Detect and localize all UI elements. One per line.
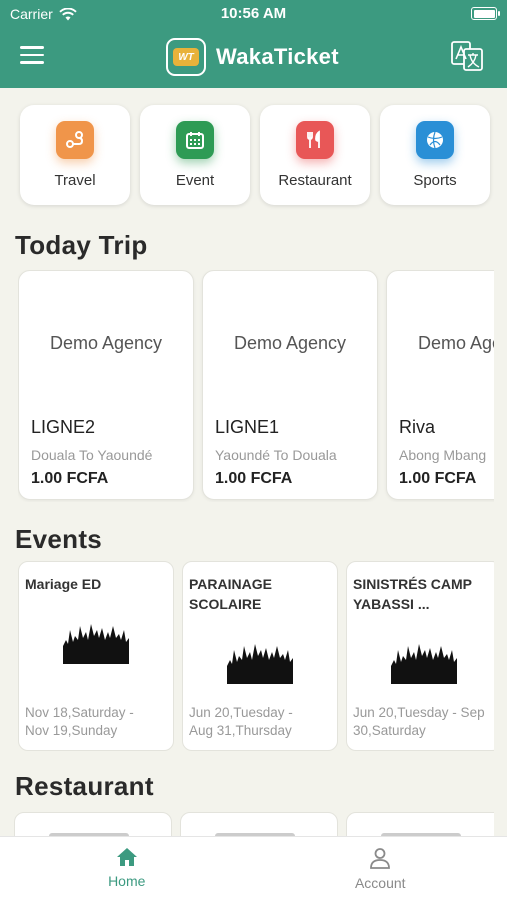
calendar-icon (176, 121, 214, 159)
category-label: Restaurant (278, 172, 352, 189)
translate-icon[interactable] (450, 40, 484, 72)
section-title-restaurant: Restaurant (15, 771, 154, 801)
event-date: Jun 20,Tuesday - Sep 30,Saturday (353, 705, 485, 738)
trip-price: 1.00 FCFA (215, 470, 293, 487)
app-logo: WT (166, 38, 206, 76)
event-date: Jun 20,Tuesday - Aug 31,Thursday (189, 705, 293, 738)
bottom-tab-bar: Home Account (0, 836, 507, 900)
crowd-image (63, 624, 129, 664)
trip-carousel[interactable]: Demo Agency LIGNE2 Douala To Yaoundé 1.0… (18, 270, 494, 502)
category-event[interactable]: Event (140, 105, 250, 205)
tab-account-label: Account (354, 875, 406, 891)
restaurant-icon (296, 121, 334, 159)
tab-account[interactable]: Account (254, 837, 507, 900)
event-title: Mariage ED (25, 576, 102, 592)
tab-home-label: Home (108, 873, 146, 889)
event-card[interactable]: SINISTRÉS CAMP YABASSI ... Jun 20,Tuesda… (346, 561, 494, 751)
trip-price: 1.00 FCFA (31, 470, 109, 487)
event-date: Nov 18,Saturday - Nov 19,Sunday (25, 705, 134, 738)
category-restaurant[interactable]: Restaurant (260, 105, 370, 205)
tab-home[interactable]: Home (0, 837, 254, 900)
travel-icon (56, 121, 94, 159)
trip-agency: Demo Agency (417, 333, 494, 353)
user-icon (370, 848, 391, 869)
app-header: Carrier 10:56 AM WT WakaTicket (0, 0, 507, 88)
crowd-image (391, 644, 457, 684)
trip-card[interactable]: Demo Agency Riva Abong Mbang 1.00 FCFA (386, 270, 494, 500)
trip-line: LIGNE1 (215, 417, 280, 437)
category-label: Sports (413, 172, 457, 189)
crowd-image (227, 644, 293, 684)
trip-price: 1.00 FCFA (399, 470, 477, 487)
home-icon (116, 848, 137, 866)
event-title: PARAINAGE SCOLAIRE (189, 576, 272, 612)
category-sports[interactable]: Sports (380, 105, 490, 205)
category-label: Event (175, 172, 215, 189)
trip-agency: Demo Agency (49, 333, 163, 353)
status-time: 10:56 AM (220, 5, 287, 22)
category-travel[interactable]: Travel (20, 105, 130, 205)
status-bar: Carrier 10:56 AM (0, 0, 507, 28)
sports-icon (416, 121, 454, 159)
trip-line: LIGNE2 (31, 417, 96, 437)
trip-card[interactable]: Demo Agency LIGNE1 Yaoundé To Douala 1.0… (202, 270, 378, 500)
event-card[interactable]: Mariage ED Nov 18,Saturday - Nov 19,Sund… (18, 561, 174, 751)
event-title: SINISTRÉS CAMP YABASSI ... (353, 576, 473, 612)
trip-card[interactable]: Demo Agency LIGNE2 Douala To Yaoundé 1.0… (18, 270, 194, 500)
category-label: Travel (54, 172, 96, 189)
category-row: Travel Event Restaurant Sports (20, 105, 490, 205)
logo-mark: WT (173, 48, 199, 66)
trip-route: Abong Mbang (399, 447, 487, 463)
battery-icon (471, 7, 500, 20)
event-carousel[interactable]: Mariage ED Nov 18,Saturday - Nov 19,Sund… (18, 561, 494, 753)
menu-button[interactable] (20, 46, 44, 66)
section-title-trips: Today Trip (15, 230, 148, 260)
section-title-events: Events (15, 524, 103, 554)
trip-route: Yaoundé To Douala (215, 447, 337, 463)
event-card[interactable]: PARAINAGE SCOLAIRE Jun 20,Tuesday - Aug … (182, 561, 338, 751)
trip-agency: Demo Agency (233, 333, 347, 353)
app-title: WakaTicket (216, 44, 339, 69)
trip-line: Riva (399, 417, 436, 437)
brand: WT WakaTicket (166, 38, 339, 76)
trip-route: Douala To Yaoundé (31, 447, 153, 463)
